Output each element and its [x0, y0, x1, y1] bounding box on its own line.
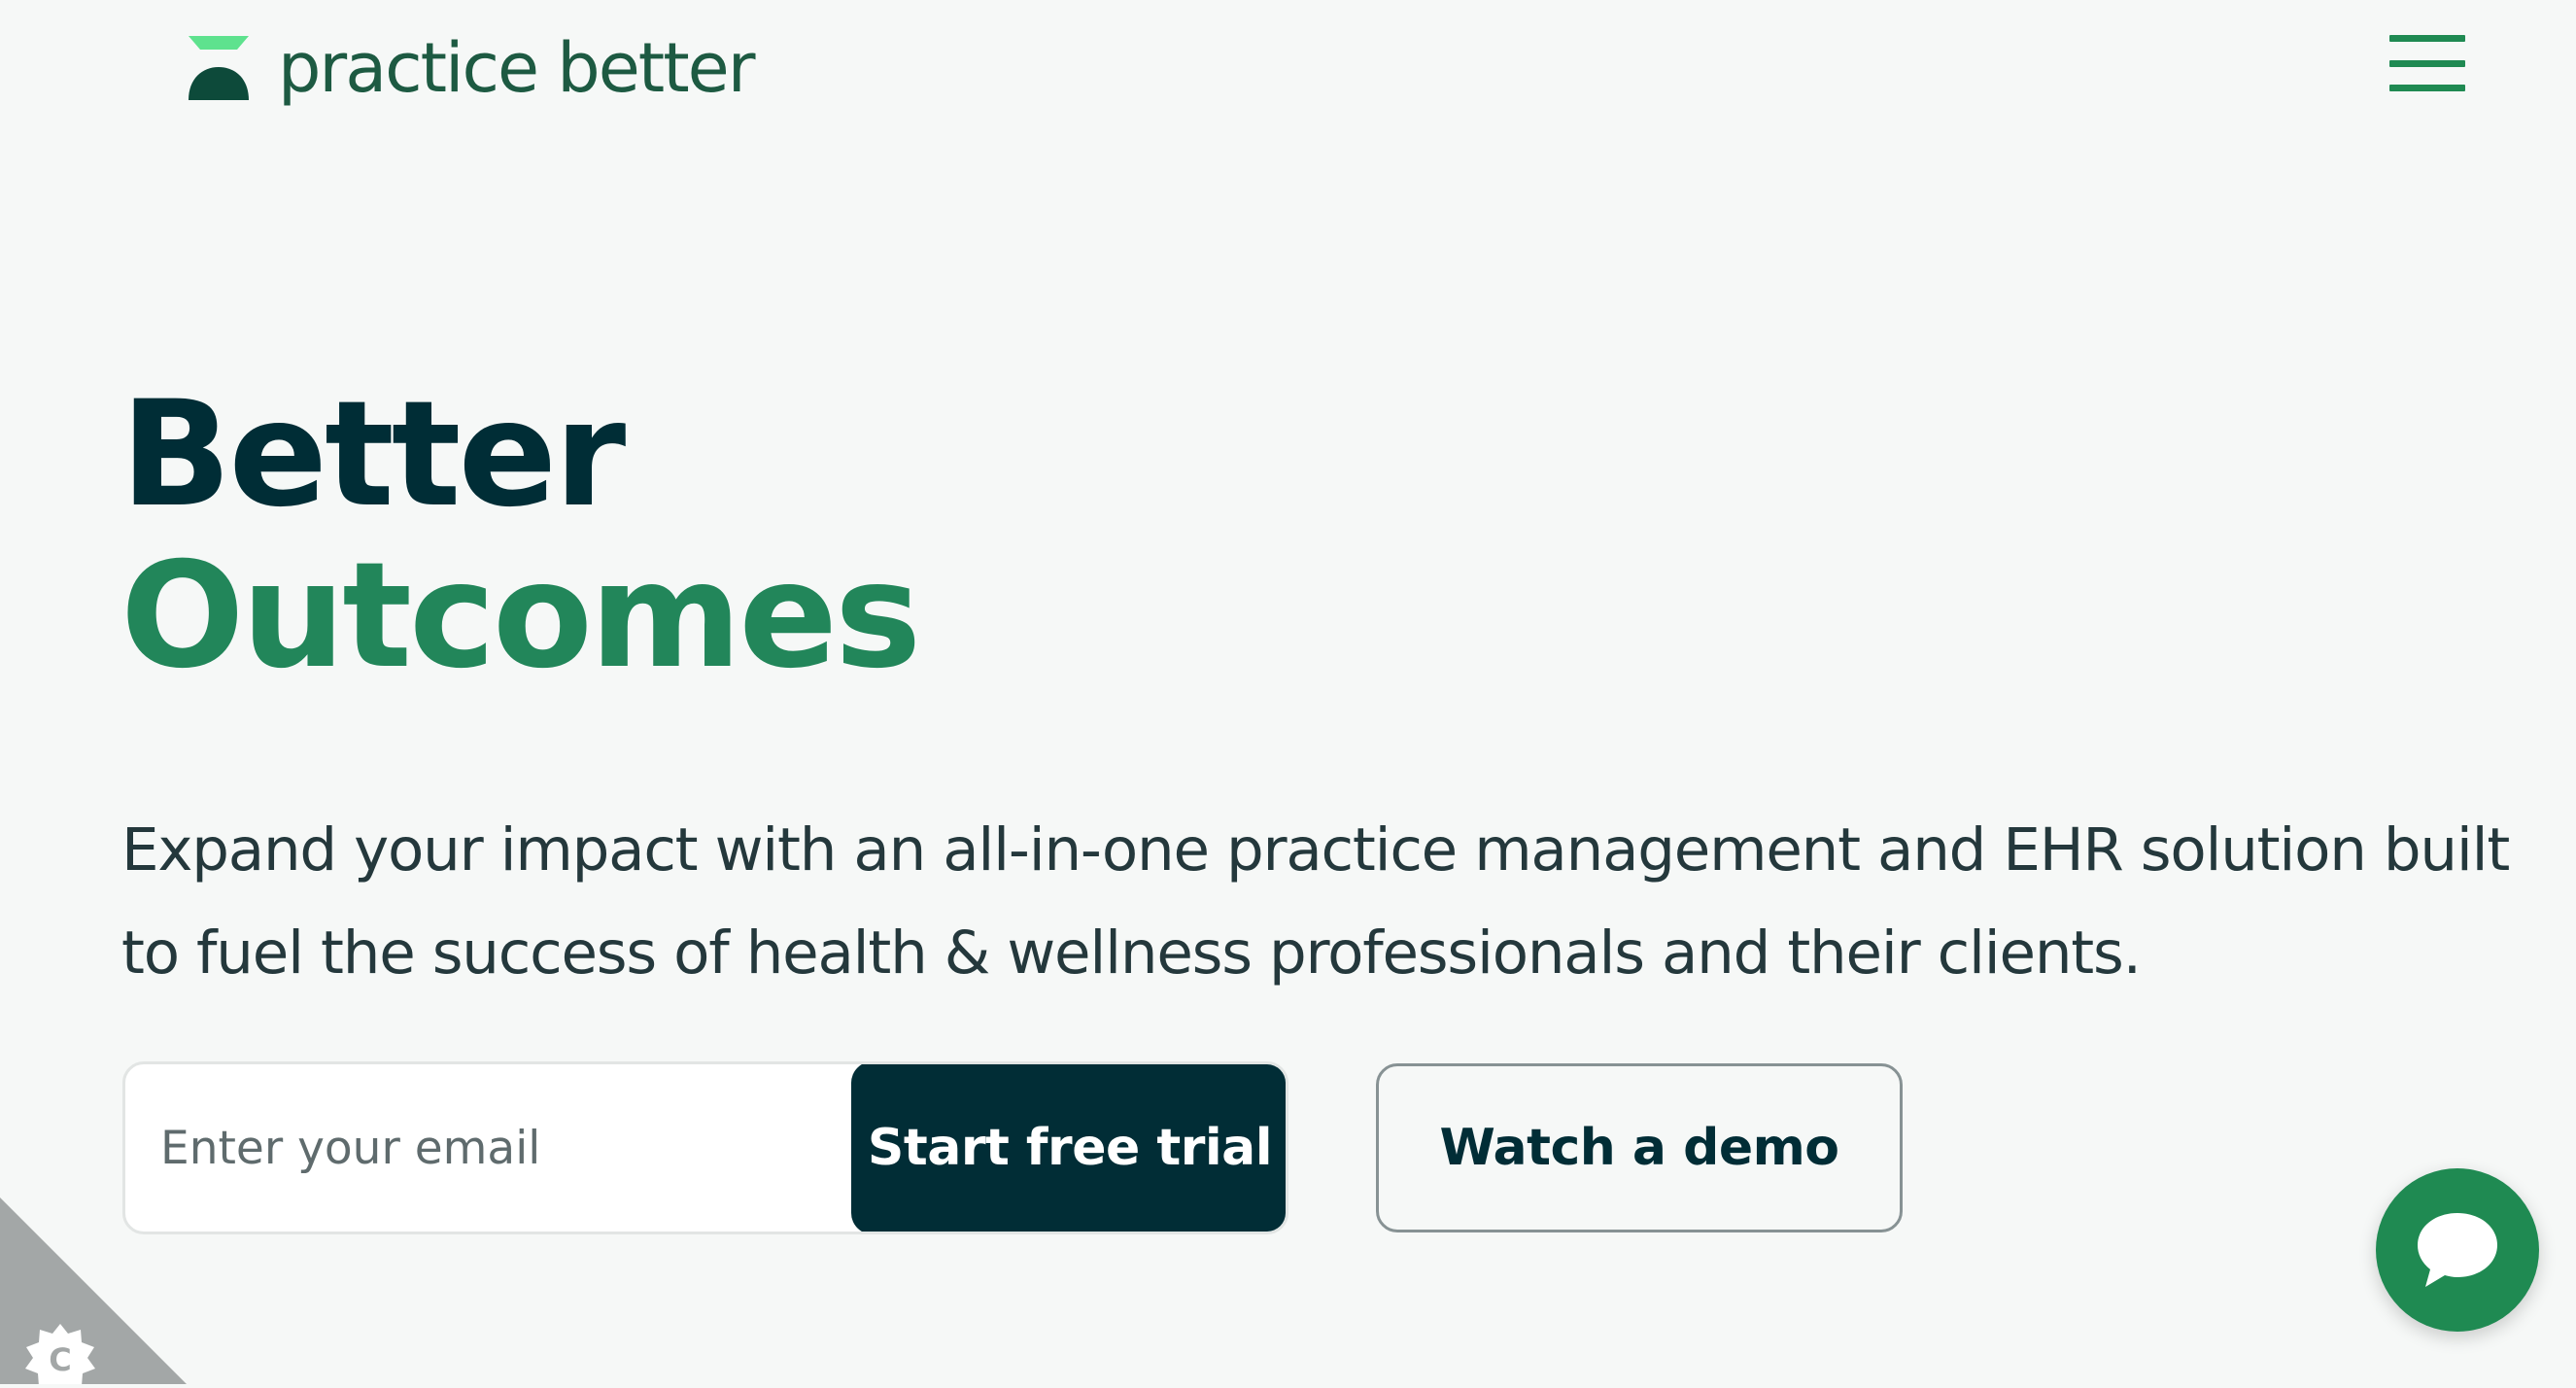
trial-signup-form: Start free trial: [122, 1061, 1288, 1234]
site-logo[interactable]: practice better: [187, 28, 756, 108]
chat-launcher-button[interactable]: [2376, 1168, 2539, 1332]
cookie-corner-shape: C: [0, 1197, 187, 1388]
svg-text:C: C: [49, 1341, 71, 1378]
hero-title-line2: Outcomes: [120, 532, 921, 701]
hero-title-line1: Better: [120, 370, 626, 539]
hero-subtitle: Expand your impact with an all-in-one pr…: [121, 815, 2510, 988]
chat-bubble-icon: [2418, 1213, 2497, 1287]
start-free-trial-button[interactable]: Start free trial: [851, 1064, 1286, 1232]
logo-wordmark: practice better: [278, 28, 756, 108]
cookie-settings-button[interactable]: C: [0, 1197, 187, 1388]
logo-mark-icon: [189, 36, 249, 100]
menu-bar: [2389, 85, 2465, 91]
menu-bar: [2389, 35, 2465, 42]
menu-bar: [2389, 59, 2465, 67]
email-input[interactable]: [125, 1064, 851, 1232]
hero-title: Better Outcomes: [120, 370, 921, 701]
hamburger-menu-icon[interactable]: [2389, 35, 2465, 91]
watch-demo-button[interactable]: Watch a demo: [1376, 1063, 1903, 1232]
